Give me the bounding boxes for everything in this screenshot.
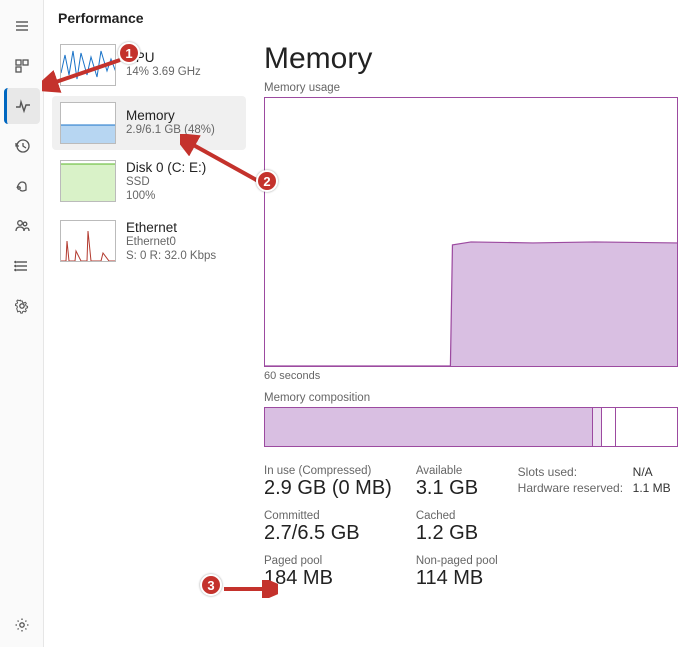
stat-committed: Committed 2.7/6.5 GB [264,510,392,545]
composition-label: Memory composition [264,392,678,404]
services-icon[interactable] [4,288,40,324]
card-sub2: 100% [126,189,206,203]
resource-sidebar: CPU 14% 3.69 GHz Memory 2.9/6.1 GB (48%) [44,32,254,647]
stat-nonpaged: Non-paged pool 114 MB [416,555,498,590]
page-title: Performance [44,0,678,32]
card-title: Memory [126,108,215,123]
settings-icon[interactable] [4,607,40,643]
memory-thumb [60,102,116,144]
nav-rail [0,0,44,647]
sidebar-item-disk0[interactable]: Disk 0 (C: E:) SSD 100% [52,154,246,210]
stat-cached: Cached 1.2 GB [416,510,498,545]
axis-left: 60 seconds [264,370,320,382]
startup-icon[interactable] [4,168,40,204]
card-sub2: S: 0 R: 32.0 Kbps [126,249,216,263]
processes-icon[interactable] [4,48,40,84]
cpu-thumb [60,44,116,86]
card-sub: Ethernet0 [126,235,216,249]
memory-usage-chart [264,97,678,367]
card-sub: SSD [126,175,206,189]
ethernet-thumb [60,220,116,262]
details-icon[interactable] [4,248,40,284]
performance-icon[interactable] [4,88,40,124]
users-icon[interactable] [4,208,40,244]
chart-label: Memory usage [264,82,678,94]
sidebar-item-memory[interactable]: Memory 2.9/6.1 GB (48%) [52,96,246,150]
stats-right: Slots used: N/A Hardware reserved: 1.1 M… [518,465,671,590]
disk-thumb [60,160,116,202]
stat-paged: Paged pool 184 MB [264,555,392,590]
menu-icon[interactable] [4,8,40,44]
sidebar-item-cpu[interactable]: CPU 14% 3.69 GHz [52,38,246,92]
stat-available: Available 3.1 GB [416,465,498,500]
card-sub: 2.9/6.1 GB (48%) [126,123,215,137]
card-sub: 14% 3.69 GHz [126,65,201,79]
detail-panel: Memory Memory usage 60 seconds Memory co… [254,32,678,647]
memory-composition-bar [264,407,678,447]
card-title: CPU [126,50,201,65]
sidebar-item-ethernet[interactable]: Ethernet Ethernet0 S: 0 R: 32.0 Kbps [52,214,246,270]
stat-in-use: In use (Compressed) 2.9 GB (0 MB) [264,465,392,500]
detail-title: Memory [264,42,678,76]
history-icon[interactable] [4,128,40,164]
card-title: Disk 0 (C: E:) [126,160,206,175]
card-title: Ethernet [126,220,216,235]
